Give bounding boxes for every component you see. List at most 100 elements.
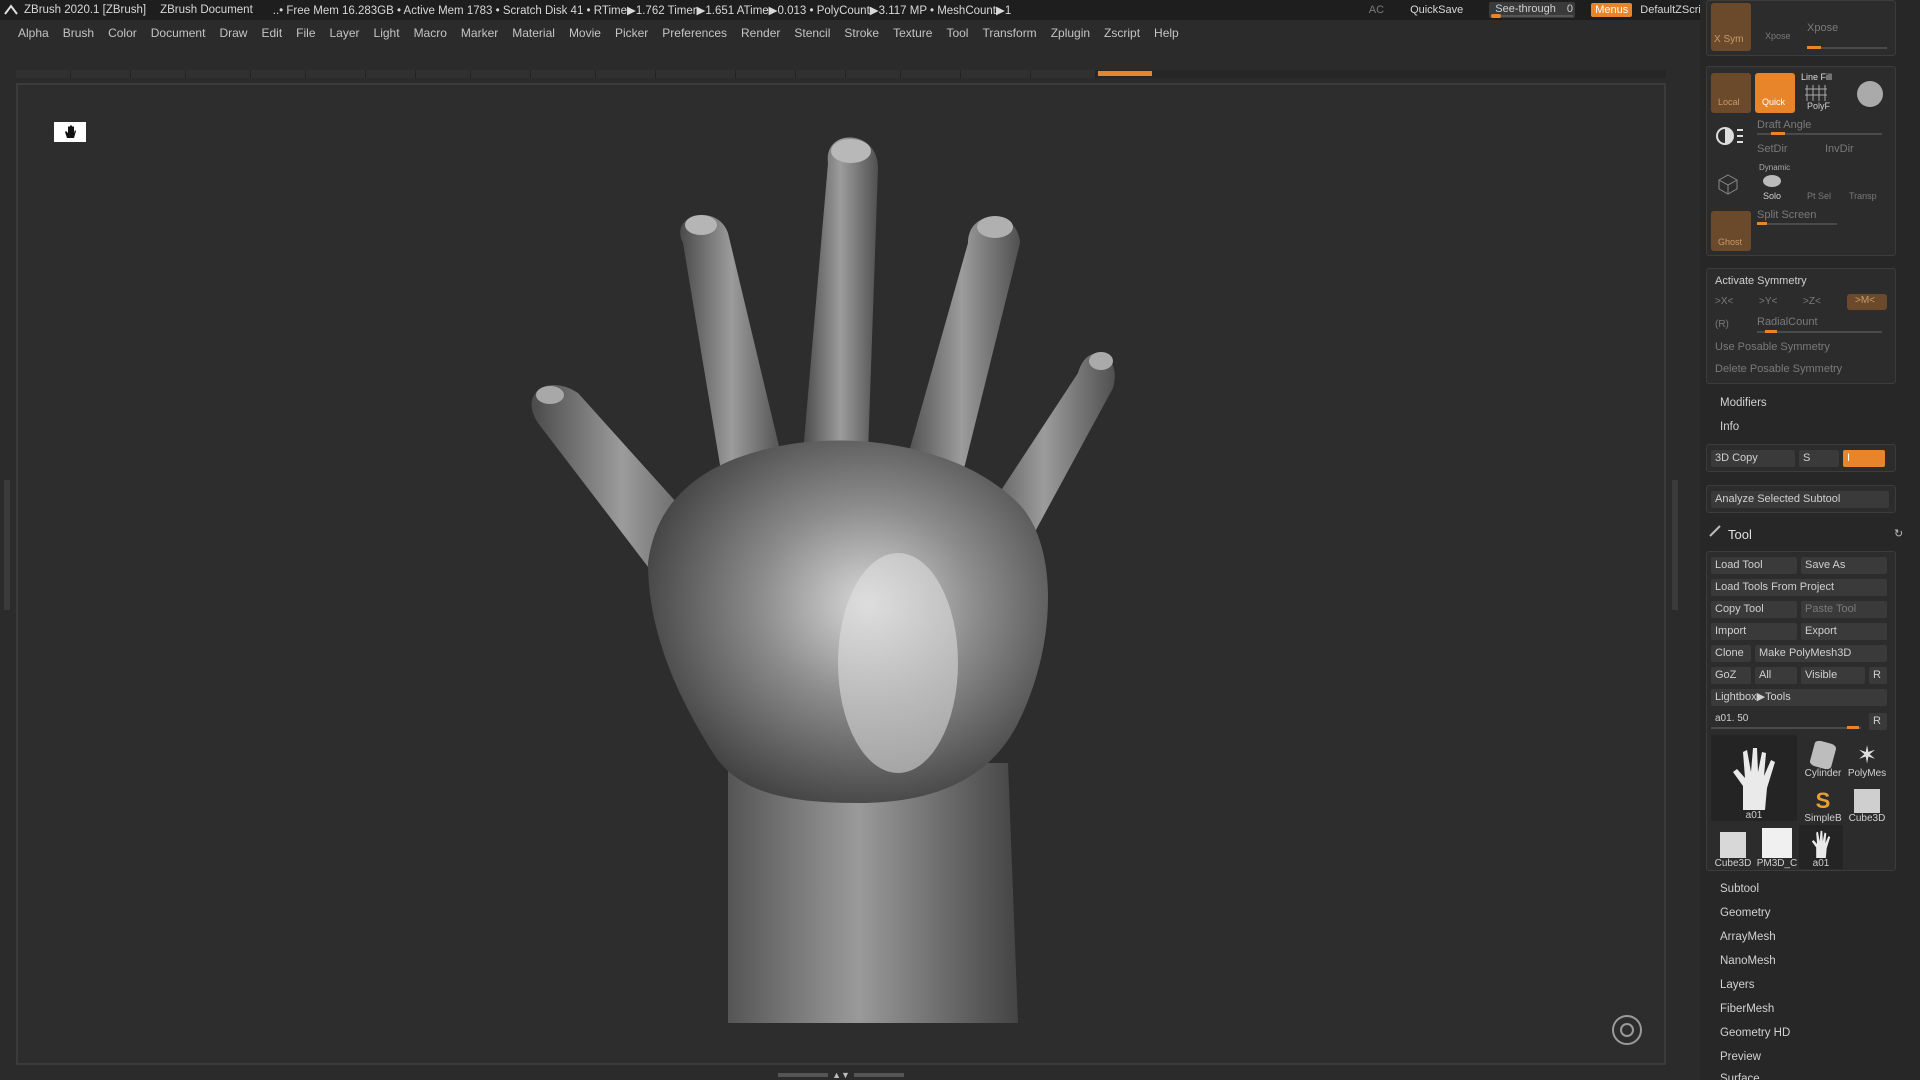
modifiers-section[interactable]: Modifiers bbox=[1720, 397, 1767, 409]
menu-document[interactable]: Document bbox=[151, 26, 206, 40]
fibermesh-section[interactable]: FiberMesh bbox=[1720, 1003, 1774, 1015]
menu-render[interactable]: Render bbox=[741, 26, 780, 40]
tool-thumb-simplebrush[interactable]: S SimpleB bbox=[1801, 780, 1845, 825]
goz-all-button[interactable]: All bbox=[1755, 667, 1797, 684]
goz-button[interactable]: GoZ bbox=[1711, 667, 1751, 684]
menu-material[interactable]: Material bbox=[512, 26, 555, 40]
local-button[interactable]: Local bbox=[1711, 73, 1751, 113]
clone-button[interactable]: Clone bbox=[1711, 645, 1751, 662]
xsym-button[interactable]: X Sym bbox=[1711, 3, 1751, 51]
tool-reset-icon[interactable]: ↻ bbox=[1894, 527, 1903, 540]
menu-macro[interactable]: Macro bbox=[414, 26, 447, 40]
3d-copy-button[interactable]: 3D Copy bbox=[1711, 450, 1795, 467]
sym-x-button[interactable]: >X< bbox=[1715, 296, 1733, 307]
menu-marker[interactable]: Marker bbox=[461, 26, 498, 40]
tool-thumb-polymesh[interactable]: ✶ PolyMes bbox=[1845, 735, 1889, 780]
menu-preferences[interactable]: Preferences bbox=[662, 26, 727, 40]
ghost-button[interactable]: Ghost bbox=[1711, 211, 1751, 251]
top-shelf[interactable] bbox=[16, 70, 1666, 78]
menu-light[interactable]: Light bbox=[374, 26, 400, 40]
tool-palette-title[interactable]: Tool bbox=[1728, 527, 1752, 542]
line-fill-label: Line Fill bbox=[1801, 72, 1833, 82]
setdir-button[interactable]: SetDir bbox=[1757, 143, 1788, 155]
sym-y-button[interactable]: >Y< bbox=[1759, 296, 1777, 307]
solo-icon[interactable] bbox=[1763, 175, 1781, 187]
activate-symmetry-button[interactable]: Activate Symmetry bbox=[1715, 275, 1807, 287]
menu-tool[interactable]: Tool bbox=[946, 26, 968, 40]
quicksave-button[interactable]: QuickSave bbox=[1410, 4, 1463, 16]
invdir-button[interactable]: InvDir bbox=[1825, 143, 1854, 155]
quick-button[interactable]: Quick bbox=[1755, 73, 1795, 113]
material-sphere-icon[interactable] bbox=[1857, 81, 1883, 107]
cube-icon[interactable] bbox=[1717, 173, 1739, 195]
current-tool-slider-label[interactable]: a01. 50 bbox=[1715, 713, 1748, 724]
menu-layer[interactable]: Layer bbox=[330, 26, 360, 40]
pan-hand-icon[interactable] bbox=[54, 122, 86, 142]
menu-file[interactable]: File bbox=[296, 26, 315, 40]
bottom-tray-toggle[interactable]: ▲▼ bbox=[778, 1069, 904, 1080]
tool-thumb-a01[interactable]: a01 bbox=[1711, 735, 1797, 821]
tool-thumb-a01-2[interactable]: a01 bbox=[1799, 825, 1843, 869]
right-tray-toggle[interactable] bbox=[1672, 480, 1678, 610]
goz-visible-button[interactable]: Visible bbox=[1801, 667, 1865, 684]
tool-r-button[interactable]: R bbox=[1869, 713, 1887, 730]
geometry-section[interactable]: Geometry bbox=[1720, 907, 1771, 919]
paste-tool-button[interactable]: Paste Tool bbox=[1801, 601, 1887, 618]
menu-help[interactable]: Help bbox=[1154, 26, 1179, 40]
menu-color[interactable]: Color bbox=[108, 26, 137, 40]
sym-m-button[interactable]: >M< bbox=[1847, 294, 1887, 310]
see-through-slider[interactable]: See-through 0 bbox=[1489, 2, 1576, 18]
info-section[interactable]: Info bbox=[1720, 421, 1739, 433]
orbit-icon[interactable] bbox=[1612, 1015, 1642, 1045]
import-button[interactable]: Import bbox=[1711, 623, 1797, 640]
3d-copy-s-button[interactable]: S bbox=[1799, 450, 1839, 467]
make-polymesh3d-button[interactable]: Make PolyMesh3D bbox=[1755, 645, 1887, 662]
3d-copy-i-button[interactable]: I bbox=[1843, 450, 1885, 467]
tool-thumb-cylinder[interactable]: Cylinder bbox=[1801, 735, 1845, 779]
tool-thumb-pm3d[interactable]: PM3D_C bbox=[1755, 825, 1799, 869]
lightbox-tools-button[interactable]: Lightbox▶Tools bbox=[1711, 689, 1887, 706]
nanomesh-section[interactable]: NanoMesh bbox=[1720, 955, 1776, 967]
menu-zplugin[interactable]: Zplugin bbox=[1051, 26, 1090, 40]
menu-stencil[interactable]: Stencil bbox=[794, 26, 830, 40]
delete-posable-symmetry-button[interactable]: Delete Posable Symmetry bbox=[1715, 363, 1842, 375]
tool-thumb-cube3d[interactable]: Cube3D bbox=[1845, 780, 1889, 824]
geometry-hd-section[interactable]: Geometry HD bbox=[1720, 1027, 1790, 1039]
menu-stroke[interactable]: Stroke bbox=[844, 26, 879, 40]
menus-button[interactable]: Menus bbox=[1591, 3, 1633, 17]
hand-sculpt-model[interactable] bbox=[498, 123, 1158, 1063]
document-canvas[interactable] bbox=[16, 83, 1666, 1065]
menu-draw[interactable]: Draw bbox=[219, 26, 247, 40]
arraymesh-section[interactable]: ArrayMesh bbox=[1720, 931, 1776, 943]
menu-transform[interactable]: Transform bbox=[982, 26, 1036, 40]
menu-picker[interactable]: Picker bbox=[615, 26, 648, 40]
contrast-toggle-icon[interactable] bbox=[1715, 125, 1745, 147]
menu-alpha[interactable]: Alpha bbox=[18, 26, 49, 40]
sym-z-button[interactable]: >Z< bbox=[1803, 296, 1821, 307]
copy-tool-button[interactable]: Copy Tool bbox=[1711, 601, 1797, 618]
ac-toggle[interactable]: AC bbox=[1369, 4, 1384, 16]
transp-button[interactable]: Transp bbox=[1849, 191, 1877, 201]
menu-texture[interactable]: Texture bbox=[893, 26, 932, 40]
menu-zscript[interactable]: Zscript bbox=[1104, 26, 1140, 40]
analyze-selected-subtool-button[interactable]: Analyze Selected Subtool bbox=[1711, 491, 1889, 508]
tool-pin-icon[interactable] bbox=[1708, 524, 1722, 538]
sym-r-button[interactable]: (R) bbox=[1715, 319, 1729, 330]
subtool-section[interactable]: Subtool bbox=[1720, 883, 1759, 895]
goz-r-button[interactable]: R bbox=[1869, 667, 1887, 684]
xpose-icon-label: Xpose bbox=[1765, 31, 1791, 41]
load-tool-button[interactable]: Load Tool bbox=[1711, 557, 1797, 574]
layers-section[interactable]: Layers bbox=[1720, 979, 1755, 991]
use-posable-symmetry-button[interactable]: Use Posable Symmetry bbox=[1715, 341, 1830, 353]
menu-edit[interactable]: Edit bbox=[261, 26, 282, 40]
preview-section[interactable]: Preview bbox=[1720, 1051, 1761, 1063]
menu-brush[interactable]: Brush bbox=[63, 26, 94, 40]
save-as-button[interactable]: Save As bbox=[1801, 557, 1887, 574]
export-button[interactable]: Export bbox=[1801, 623, 1887, 640]
pt-sel-button[interactable]: Pt Sel bbox=[1807, 191, 1831, 201]
menu-movie[interactable]: Movie bbox=[569, 26, 601, 40]
load-tools-from-project-button[interactable]: Load Tools From Project bbox=[1711, 579, 1887, 596]
tool-thumb-cube3d-2[interactable]: Cube3D bbox=[1711, 825, 1755, 869]
left-tray-toggle[interactable] bbox=[4, 480, 10, 610]
surface-section[interactable]: Surface bbox=[1720, 1073, 1760, 1080]
